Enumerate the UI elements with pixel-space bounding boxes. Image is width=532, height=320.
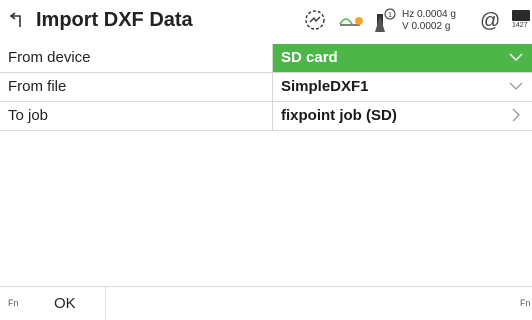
from-file-row: From file SimpleDXF1: [0, 73, 532, 102]
to-job-selector[interactable]: fixpoint job (SD): [272, 102, 532, 130]
chevron-down-icon: [508, 49, 524, 65]
softkey-bar: Fn OK Fn: [0, 286, 532, 320]
battery-text: 1427: [512, 22, 528, 29]
from-file-dropdown[interactable]: SimpleDXF1: [272, 73, 532, 101]
from-file-value: SimpleDXF1: [281, 78, 369, 95]
prism-icon[interactable]: [338, 12, 366, 35]
from-device-dropdown[interactable]: SD card: [272, 44, 532, 72]
to-job-value: fixpoint job (SD): [281, 107, 397, 124]
from-device-value: SD card: [281, 49, 338, 66]
at-icon[interactable]: @: [480, 10, 500, 33]
status-area: 1 Hz 0.0004 g V 0.0002 g @ 1427: [300, 4, 532, 40]
to-job-label: To job: [8, 107, 49, 124]
from-device-row: From device SD card: [0, 44, 532, 73]
battery-icon[interactable]: 1427: [512, 10, 532, 29]
hz-readout: Hz 0.0004 g: [402, 9, 456, 20]
title-bar: Import DXF Data 1 Hz 0.0004 g V 0.0002 g…: [0, 0, 532, 44]
fn-key-right[interactable]: Fn: [520, 298, 531, 308]
chevron-right-icon: [508, 107, 524, 123]
fn-key-left[interactable]: Fn: [8, 298, 19, 308]
v-readout: V 0.0002 g: [402, 21, 451, 32]
ok-button-label: OK: [54, 295, 76, 312]
svg-text:1: 1: [388, 12, 392, 19]
angle-readout: Hz 0.0004 g V 0.0002 g: [402, 9, 456, 33]
from-file-label: From file: [8, 78, 67, 95]
battery-level: [512, 10, 530, 21]
page-title: Import DXF Data: [36, 9, 193, 31]
ok-button[interactable]: OK: [26, 287, 106, 320]
gnss-globe-icon[interactable]: [304, 8, 328, 37]
back-arrow-icon[interactable]: [8, 10, 28, 30]
from-device-label: From device: [8, 49, 91, 66]
level-bubble-icon[interactable]: 1: [372, 6, 398, 41]
to-job-row: To job fixpoint job (SD): [0, 102, 532, 131]
chevron-down-icon: [508, 78, 524, 94]
